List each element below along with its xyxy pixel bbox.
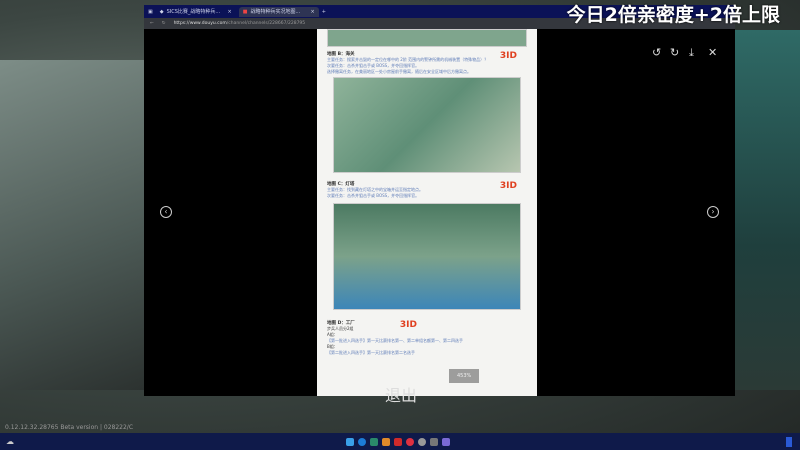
edge-icon[interactable] — [358, 437, 366, 446]
section-b: 3ID 地图 B：海关 主要任务：搜索并击毁的一定位在哪中的 2阶 范围内的警钟… — [327, 51, 527, 75]
zoom-indicator: 453% — [449, 369, 480, 383]
rotate-left-icon[interactable]: ↺ — [652, 46, 661, 59]
favicon: ◆ — [159, 8, 164, 15]
close-tab-icon[interactable]: × — [311, 9, 315, 15]
tab-label: SICS比赛_战略特种兵... — [166, 9, 221, 15]
close-icon[interactable]: ✕ — [708, 46, 717, 59]
text-line: 选择撤离任务，在美丽地区一处小房屋前手撤离，随后在安全区域中后方撤离点。 — [327, 69, 471, 74]
tab-actions-icon[interactable]: ▣ — [148, 9, 153, 15]
image-viewer: 3ID 地图 B：海关 主要任务：搜索并击毁的一定位在哪中的 2阶 范围内的警钟… — [144, 29, 735, 396]
back-icon[interactable]: ← — [150, 21, 154, 26]
app-icon[interactable] — [394, 437, 402, 446]
subtitle: 退出 — [385, 386, 418, 405]
stream-overlay-text: 今日2倍亲密度+2倍上限 — [566, 4, 780, 26]
next-image-button[interactable]: › — [707, 206, 719, 218]
section-d: 3ID 地图 D：工厂 步兵人员分2组 A组： 【第一批进入四选手】第一天比赛排… — [327, 320, 527, 356]
url-domain: https://www.douyu.com — [173, 21, 227, 26]
status-text: 0.12.12.32.28765 Beta version | 028222/C — [5, 424, 134, 431]
logo: 3ID — [499, 181, 517, 191]
map-image-a — [327, 29, 527, 47]
rotate-right-icon[interactable]: ↻ — [670, 46, 679, 59]
background-blur-right — [730, 30, 800, 390]
start-icon[interactable] — [346, 437, 354, 446]
text-line: 次要任务：击杀并狙击手或 BOSS，并夺回指挥官。 — [327, 193, 420, 198]
map-image-c — [333, 203, 521, 310]
app-icon[interactable] — [370, 437, 378, 446]
background-blur — [0, 60, 144, 390]
taskbar-apps — [344, 437, 452, 446]
section-c: 3ID 地图 C：灯塔 主要任务：找到藏在灯塔之中的宝箱并运至指定地点。 次要任… — [327, 181, 527, 199]
new-tab-icon[interactable]: + — [322, 9, 326, 15]
map-image-b — [333, 77, 521, 173]
download-icon[interactable]: ⤓ — [689, 46, 694, 60]
app-icon[interactable] — [430, 437, 438, 446]
document-image[interactable]: 3ID 地图 B：海关 主要任务：搜索并击毁的一定位在哪中的 2阶 范围内的警钟… — [317, 29, 537, 396]
tab-label: 战略特种兵实况地图... — [250, 9, 301, 15]
weather-icon[interactable]: ☁ — [6, 437, 14, 446]
prev-image-button[interactable]: ‹ — [160, 206, 172, 218]
url[interactable]: https://www.douyu.com/channel/channels/2… — [174, 21, 306, 26]
logo: 3ID — [399, 320, 417, 330]
tab-2[interactable]: ■ 战略特种兵实况地图... × — [238, 6, 319, 17]
notification-icon[interactable] — [786, 436, 792, 447]
app-icon[interactable] — [418, 437, 426, 446]
app-icon[interactable] — [406, 437, 414, 446]
close-tab-icon[interactable]: × — [228, 9, 232, 15]
app-icon[interactable] — [442, 437, 450, 446]
refresh-icon[interactable]: ↻ — [162, 21, 166, 26]
logo: 3ID — [499, 51, 517, 61]
browser-window: ▣ ◆ SICS比赛_战略特种兵... × ■ 战略特种兵实况地图... × + ← ↻… — [144, 5, 735, 396]
taskbar: ☁ — [0, 433, 800, 450]
text-line: 【第二批进入四选手】第一天比赛排名第二名选手 — [327, 350, 415, 355]
favicon: ■ — [242, 8, 248, 15]
tab-1[interactable]: ◆ SICS比赛_战略特种兵... × — [156, 7, 236, 17]
url-path: /channel/channels/228667/228795 — [226, 21, 306, 26]
app-icon[interactable] — [382, 437, 390, 446]
